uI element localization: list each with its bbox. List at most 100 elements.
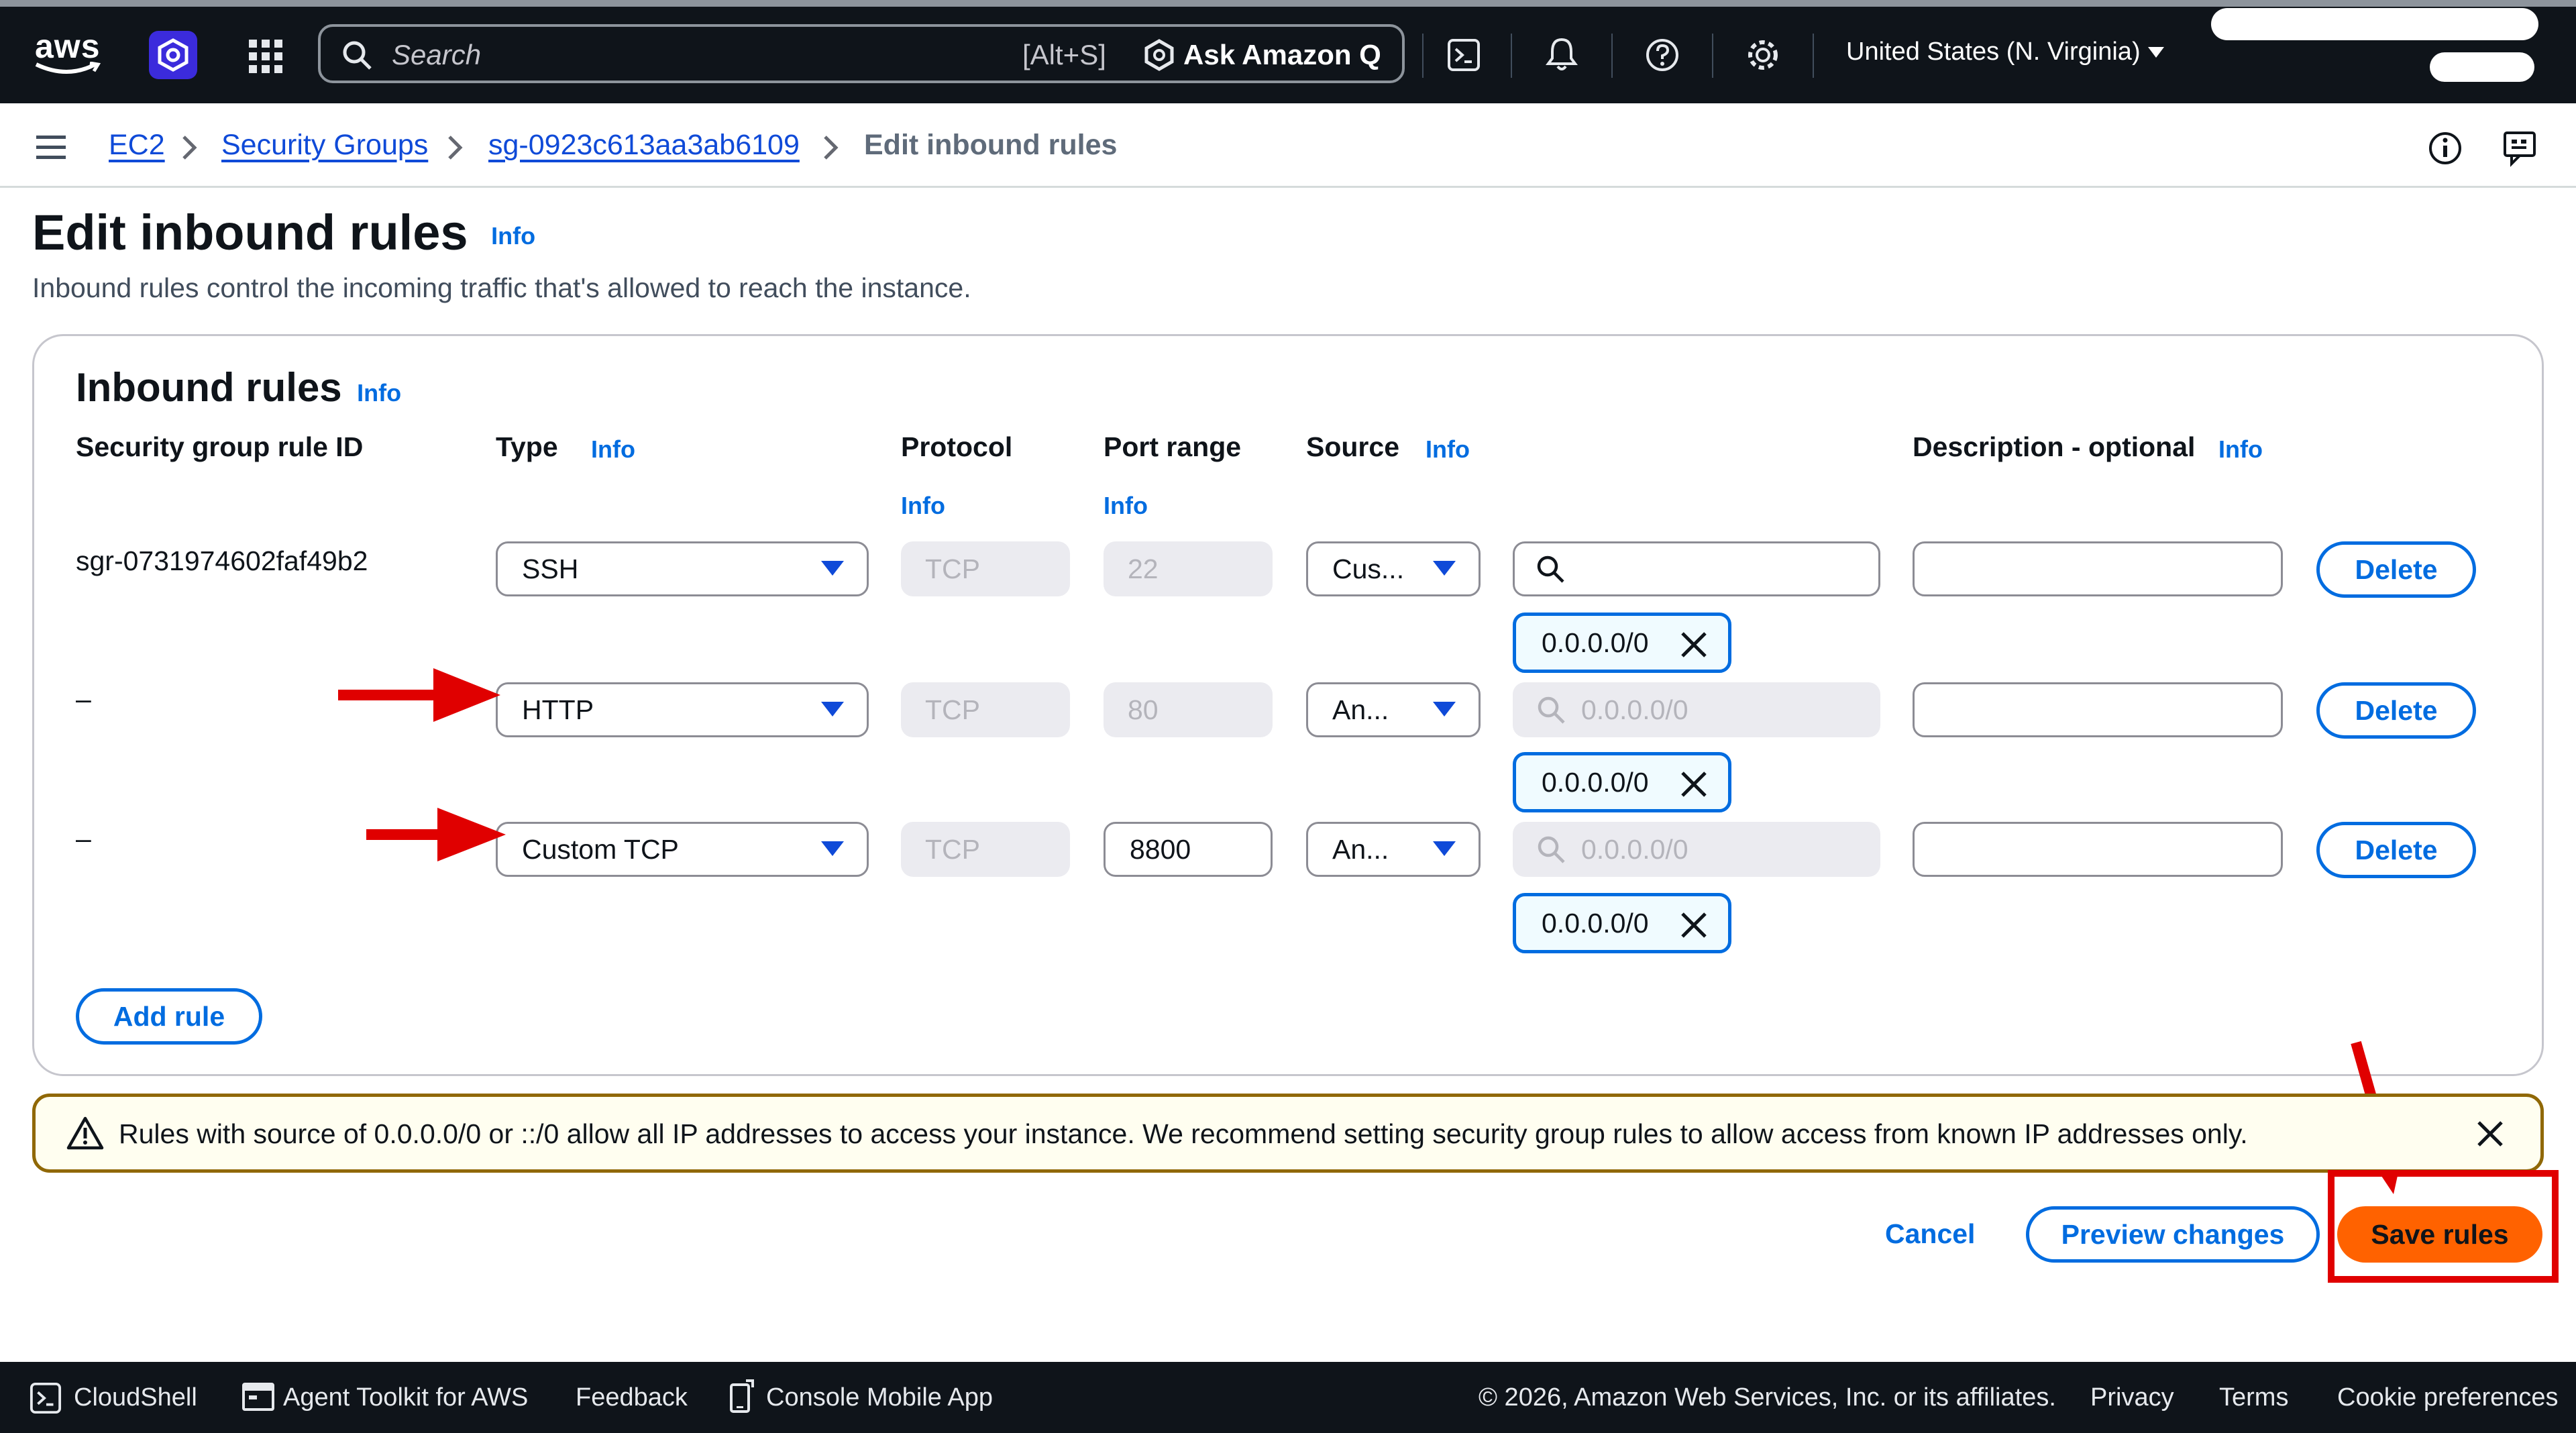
feedback-icon[interactable] <box>2502 130 2540 168</box>
delete-button[interactable]: Delete <box>2316 541 2476 598</box>
caret-down-icon <box>821 841 844 856</box>
add-rule-button[interactable]: Add rule <box>76 988 262 1045</box>
page-title: Edit inbound rules Info <box>32 205 536 260</box>
rule-id: – <box>76 823 91 854</box>
chevron-right-icon <box>448 136 463 160</box>
aws-logo[interactable]: aws <box>32 27 106 76</box>
column-type: Type <box>496 431 558 462</box>
close-icon[interactable] <box>1678 910 1709 941</box>
info-link[interactable]: Info <box>357 379 401 407</box>
top-navigation: aws Search [Alt+S] Ask Amazon Q United S… <box>0 0 2576 103</box>
footer-feedback[interactable]: Feedback <box>576 1383 688 1412</box>
delete-button[interactable]: Delete <box>2316 822 2476 878</box>
port-range-field: 80 <box>1104 682 1273 737</box>
cancel-button[interactable]: Cancel <box>1885 1218 1975 1250</box>
caret-down-icon <box>1433 841 1456 856</box>
nav-divider <box>1611 34 1613 78</box>
breadcrumb: EC2 Security Groups sg-0923c613aa3ab6109… <box>0 103 2576 188</box>
description-input[interactable] <box>1913 822 2283 877</box>
type-select[interactable]: HTTP <box>496 682 869 737</box>
source-type-select[interactable]: Cus... <box>1306 541 1481 596</box>
info-link[interactable]: Info <box>901 492 945 520</box>
nav-divider <box>1712 34 1713 78</box>
breadcrumb-security-groups[interactable]: Security Groups <box>221 129 428 162</box>
info-link[interactable]: Info <box>591 435 635 464</box>
footer-copyright: © 2026, Amazon Web Services, Inc. or its… <box>1479 1383 2056 1412</box>
region-selector[interactable]: United States (N. Virginia) <box>1846 38 2168 75</box>
source-type-select[interactable]: An... <box>1306 682 1481 737</box>
menu-icon[interactable] <box>36 134 68 161</box>
smile-icon <box>35 62 101 74</box>
info-circle-icon[interactable] <box>2427 130 2463 166</box>
caret-down-icon <box>1433 702 1456 716</box>
cloudshell-icon[interactable] <box>30 1382 62 1414</box>
source-type-select[interactable]: An... <box>1306 822 1481 877</box>
caret-down-icon <box>821 702 844 716</box>
type-select[interactable]: Custom TCP <box>496 822 869 877</box>
port-range-input[interactable]: 8800 <box>1104 822 1273 877</box>
highlight-box <box>2328 1170 2559 1283</box>
amazon-q-icon <box>1144 39 1174 71</box>
description-input[interactable] <box>1913 682 2283 737</box>
top-edge <box>0 0 2576 7</box>
footer-privacy[interactable]: Privacy <box>2090 1383 2174 1412</box>
close-icon[interactable] <box>1678 769 1709 800</box>
chevron-right-icon <box>182 136 197 160</box>
caret-down-icon <box>1433 561 1456 576</box>
info-link[interactable]: Info <box>2218 435 2263 464</box>
port-range-field: 22 <box>1104 541 1273 596</box>
bell-icon[interactable] <box>1540 32 1583 75</box>
info-link[interactable]: Info <box>491 222 535 250</box>
source-token: 0.0.0.0/0 <box>1513 893 1731 953</box>
footer-terms[interactable]: Terms <box>2219 1383 2288 1412</box>
column-description: Description - optional <box>1913 431 2196 462</box>
search-icon <box>1538 836 1565 863</box>
source-search-input: 0.0.0.0/0 <box>1513 682 1880 737</box>
panel-title: Inbound rules Info <box>76 365 402 410</box>
redacted-account-2 <box>2430 52 2534 82</box>
footer-cloudshell[interactable]: CloudShell <box>74 1383 197 1412</box>
alert-message: Rules with source of 0.0.0.0/0 or ::/0 a… <box>119 1118 2248 1149</box>
description-input[interactable] <box>1913 541 2283 596</box>
breadcrumb-sg-id[interactable]: sg-0923c613aa3ab6109 <box>488 129 800 162</box>
footer-agent-toolkit[interactable]: Agent Toolkit for AWS <box>283 1383 528 1412</box>
source-search-input[interactable] <box>1513 541 1880 596</box>
info-link[interactable]: Info <box>1426 435 1470 464</box>
gear-icon[interactable] <box>1741 34 1784 76</box>
help-icon[interactable] <box>1641 34 1684 76</box>
ask-amazon-q-button[interactable]: Ask Amazon Q <box>1143 31 1385 78</box>
mobile-icon <box>730 1379 754 1413</box>
protocol-field: TCP <box>901 682 1070 737</box>
console-footer: CloudShell Agent Toolkit for AWS Feedbac… <box>0 1362 2576 1433</box>
search-input[interactable]: Search [Alt+S] Ask Amazon Q <box>318 24 1405 83</box>
column-source: Source <box>1306 431 1399 462</box>
column-rule-id: Security group rule ID <box>76 431 364 462</box>
breadcrumb-current: Edit inbound rules <box>864 129 1118 161</box>
breadcrumb-ec2[interactable]: EC2 <box>109 129 165 162</box>
column-protocol: Protocol <box>901 431 1013 462</box>
column-port-range: Port range <box>1104 431 1242 462</box>
type-select[interactable]: SSH <box>496 541 869 596</box>
info-link[interactable]: Info <box>1104 492 1148 520</box>
footer-cookie-preferences[interactable]: Cookie preferences <box>2337 1383 2559 1412</box>
search-icon <box>1538 696 1565 724</box>
cloudshell-icon[interactable] <box>1442 34 1485 76</box>
rule-id: sgr-0731974602faf49b2 <box>76 545 368 576</box>
protocol-field: TCP <box>901 541 1070 596</box>
search-icon <box>343 41 372 70</box>
source-token: 0.0.0.0/0 <box>1513 752 1731 812</box>
delete-button[interactable]: Delete <box>2316 682 2476 739</box>
protocol-field: TCP <box>901 822 1070 877</box>
grid-icon[interactable] <box>244 35 287 78</box>
footer-mobile-app[interactable]: Console Mobile App <box>766 1383 993 1412</box>
preview-changes-button[interactable]: Preview changes <box>2026 1206 2320 1263</box>
search-shortcut: [Alt+S] <box>1022 39 1106 70</box>
app-launcher-icon[interactable] <box>149 31 197 79</box>
close-icon[interactable] <box>1678 629 1709 660</box>
nav-divider <box>1511 34 1512 78</box>
chevron-right-icon <box>824 136 839 160</box>
warning-icon <box>66 1116 104 1150</box>
source-search-input: 0.0.0.0/0 <box>1513 822 1880 877</box>
close-icon[interactable] <box>2475 1118 2506 1149</box>
red-arrow <box>338 668 500 722</box>
